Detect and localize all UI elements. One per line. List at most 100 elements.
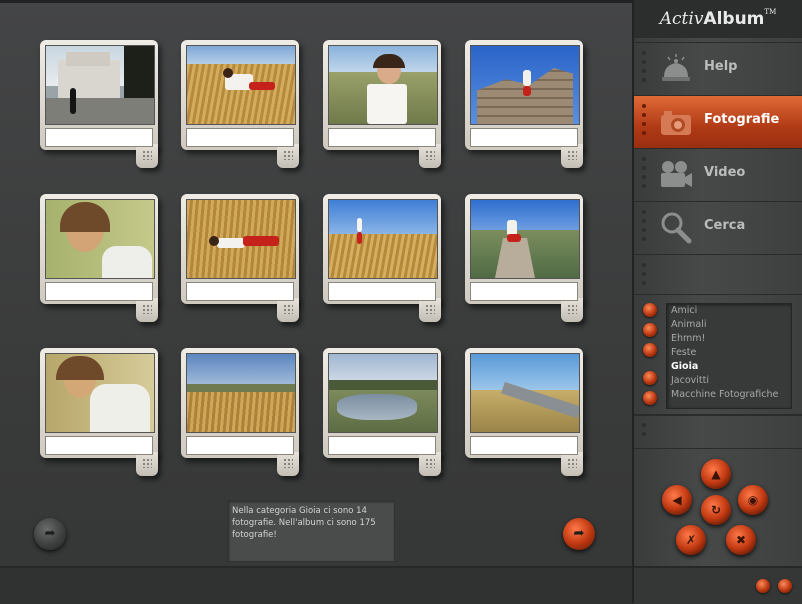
photo-card-8[interactable] xyxy=(465,194,583,322)
photo-caption[interactable] xyxy=(186,128,294,147)
photo-card-5[interactable] xyxy=(40,194,158,322)
photo-caption[interactable] xyxy=(470,282,578,301)
photo-card-7[interactable] xyxy=(323,194,441,322)
logo-trademark: TM xyxy=(764,8,777,16)
photo-tab xyxy=(419,144,441,168)
photo-caption[interactable] xyxy=(328,282,436,301)
photo-card-2[interactable] xyxy=(181,40,299,168)
control-view-button[interactable]: ◉ xyxy=(738,485,768,515)
nav-cerca[interactable]: Cerca xyxy=(634,201,802,254)
photo-grid-area: ➦ Nella categoria Gioia ci sono 14 fotog… xyxy=(0,0,634,602)
control-left-button[interactable]: ◀ xyxy=(662,485,692,515)
minimize-button[interactable] xyxy=(756,579,770,593)
nav-help[interactable]: Help xyxy=(634,42,802,95)
rotate-icon: ↻ xyxy=(710,503,722,517)
photo-tab xyxy=(136,298,158,322)
nav-dots xyxy=(642,210,646,246)
nav-video[interactable]: Video xyxy=(634,148,802,201)
photo-tab xyxy=(419,298,441,322)
arrow-right-icon: ➦ xyxy=(573,526,585,541)
app-window: ➦ Nella categoria Gioia ci sono 14 fotog… xyxy=(0,0,802,604)
info-box: Nella categoria Gioia ci sono 14 fotogra… xyxy=(227,500,395,562)
sidebar: ActivAlbumTM Help Fotografie Video Cerca… xyxy=(634,0,802,604)
photo-thumbnail[interactable] xyxy=(328,45,438,125)
category-item-amici[interactable]: Amici xyxy=(667,304,791,318)
control-close-button[interactable]: ✖ xyxy=(726,525,756,555)
photo-caption[interactable] xyxy=(470,436,578,455)
photo-tab xyxy=(419,452,441,476)
nav-dots xyxy=(642,263,646,290)
category-item-gioia[interactable]: Gioia xyxy=(667,360,791,374)
info-text: Nella categoria Gioia ci sono 14 fotogra… xyxy=(232,506,376,540)
photo-thumbnail[interactable] xyxy=(470,353,580,433)
magnifier-icon xyxy=(661,212,692,244)
photo-tab xyxy=(277,144,299,168)
photo-thumbnail[interactable] xyxy=(45,199,155,279)
photo-caption[interactable] xyxy=(45,436,153,455)
photo-caption[interactable] xyxy=(328,436,436,455)
photo-tab xyxy=(277,298,299,322)
category-button-up[interactable] xyxy=(643,343,657,357)
photo-thumbnail[interactable] xyxy=(470,45,580,125)
camera-icon xyxy=(661,111,691,135)
category-item-ehmm[interactable]: Ehmm! xyxy=(667,332,791,346)
bottom-bar xyxy=(0,566,632,604)
arrow-left-icon: ◀ xyxy=(672,493,682,507)
photo-card-12[interactable] xyxy=(465,348,583,476)
photo-card-1[interactable] xyxy=(40,40,158,168)
category-item-animali[interactable]: Animali xyxy=(667,318,791,332)
next-page-button[interactable]: ➦ xyxy=(563,518,595,550)
photo-caption[interactable] xyxy=(45,282,153,301)
photo-caption[interactable] xyxy=(470,128,578,147)
photo-card-9[interactable] xyxy=(40,348,158,476)
video-camera-icon xyxy=(661,161,692,187)
nav-dots xyxy=(642,104,646,140)
previous-page-button[interactable]: ➦ xyxy=(34,518,66,550)
cross-icon: ✗ xyxy=(685,533,697,547)
photo-thumbnail[interactable] xyxy=(186,45,296,125)
photo-thumbnail[interactable] xyxy=(45,353,155,433)
nav-dots xyxy=(642,423,646,441)
control-delete-button[interactable]: ✗ xyxy=(676,525,706,555)
photo-caption[interactable] xyxy=(186,282,294,301)
top-edge xyxy=(0,0,632,3)
photo-caption[interactable] xyxy=(328,128,436,147)
category-item-feste[interactable]: Feste xyxy=(667,346,791,360)
category-button-down[interactable] xyxy=(643,371,657,385)
nav-label: Video xyxy=(704,165,746,180)
photo-caption[interactable] xyxy=(186,436,294,455)
category-button-bottom[interactable] xyxy=(643,391,657,405)
category-item-macchine-fotografiche[interactable]: Macchine Fotografiche xyxy=(667,388,791,402)
photo-thumbnail[interactable] xyxy=(45,45,155,125)
category-button-up-fast[interactable] xyxy=(643,323,657,337)
exit-button[interactable] xyxy=(778,579,792,593)
nav-fotografie[interactable]: Fotografie xyxy=(634,95,802,148)
nav-label: Help xyxy=(704,59,738,74)
nav-dots xyxy=(642,51,646,87)
photo-thumbnail[interactable] xyxy=(470,199,580,279)
photo-thumbnail[interactable] xyxy=(328,353,438,433)
photo-card-6[interactable] xyxy=(181,194,299,322)
nav-dots xyxy=(642,157,646,193)
category-button-top[interactable] xyxy=(643,303,657,317)
control-rotate-button[interactable]: ↻ xyxy=(701,495,731,525)
photo-tab xyxy=(561,144,583,168)
sidebar-spacer xyxy=(634,414,802,449)
category-list[interactable]: Amici Animali Ehmm! Feste Gioia Jacovitt… xyxy=(666,303,792,409)
photo-card-3[interactable] xyxy=(323,40,441,168)
photo-thumbnail[interactable] xyxy=(186,199,296,279)
sidebar-footer xyxy=(634,566,802,604)
photo-card-11[interactable] xyxy=(323,348,441,476)
photo-caption[interactable] xyxy=(45,128,153,147)
control-pad: ▲ ◀ ◉ ↻ ✗ ✖ xyxy=(634,448,802,567)
photo-thumbnail[interactable] xyxy=(328,199,438,279)
arrow-up-icon: ▲ xyxy=(711,467,721,481)
photo-thumbnail[interactable] xyxy=(186,353,296,433)
photo-card-4[interactable] xyxy=(465,40,583,168)
photo-card-10[interactable] xyxy=(181,348,299,476)
category-item-jacovitti[interactable]: Jacovitti xyxy=(667,374,791,388)
close-icon: ✖ xyxy=(735,533,747,547)
control-up-button[interactable]: ▲ xyxy=(701,459,731,489)
logo-suffix: Album xyxy=(703,9,765,29)
arrow-left-icon: ➦ xyxy=(44,526,56,541)
